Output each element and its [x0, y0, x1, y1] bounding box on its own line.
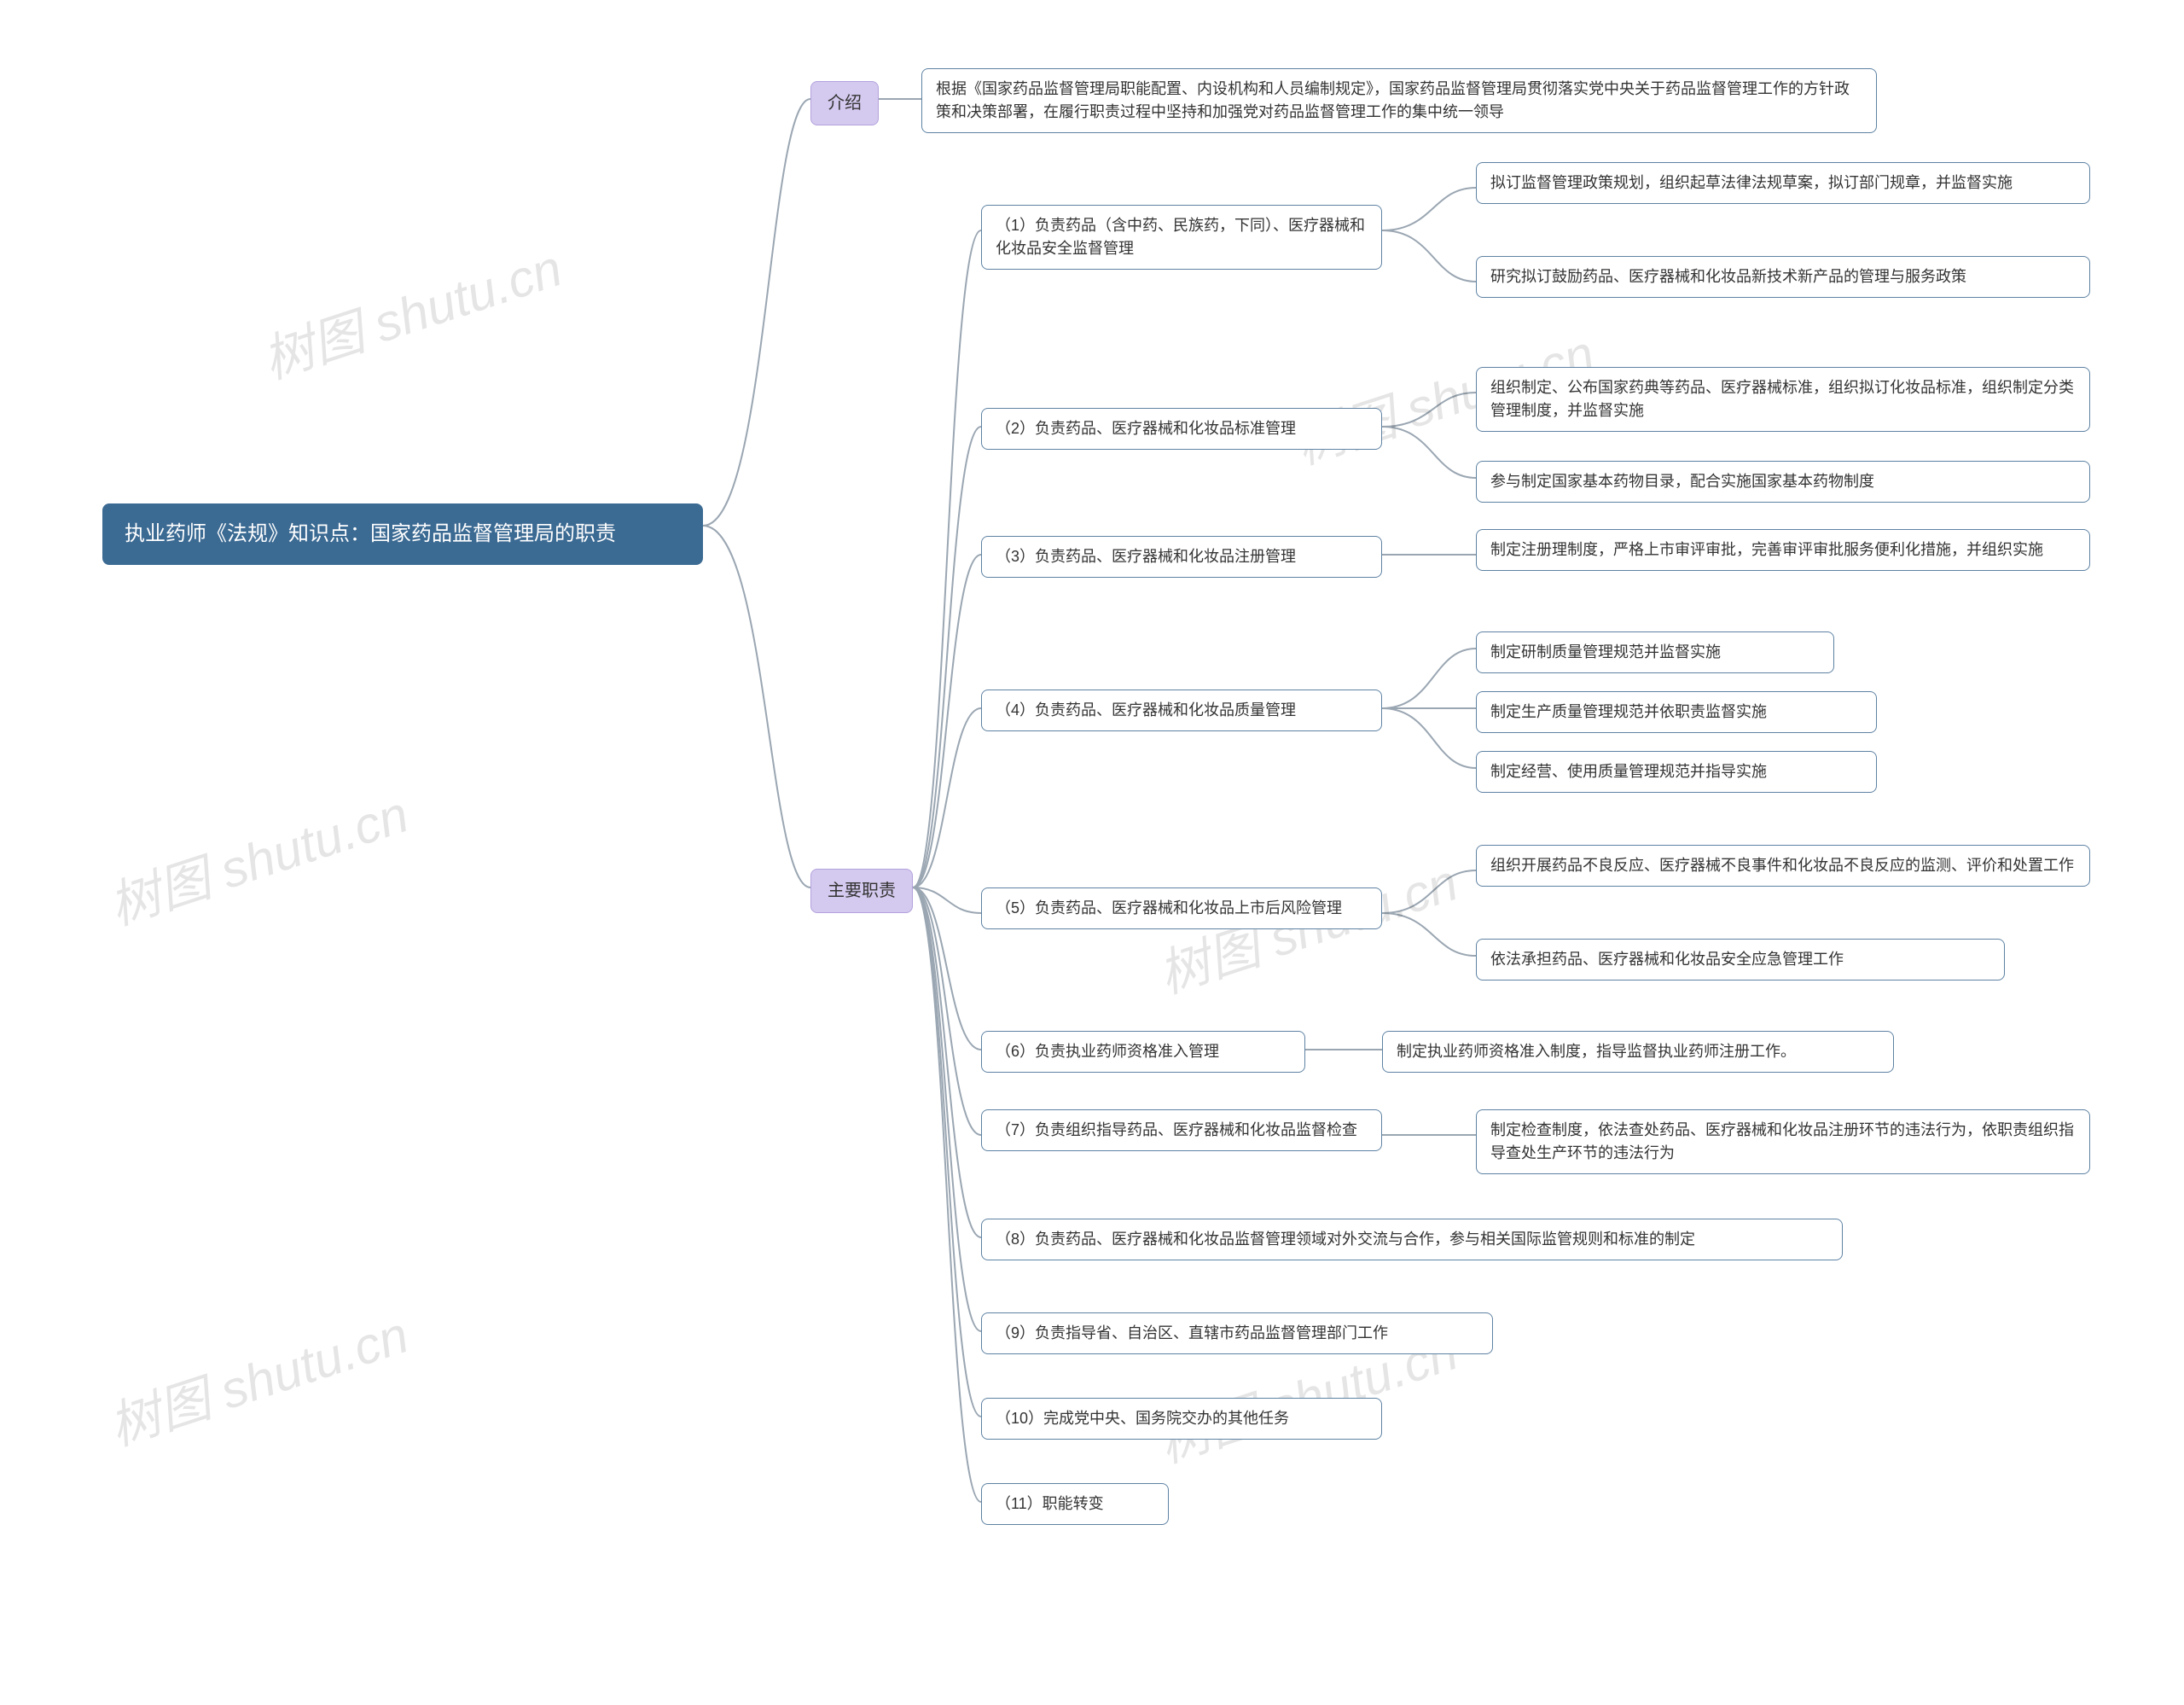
duty-9-label: （9）负责指导省、自治区、直辖市药品监督管理部门工作 — [996, 1322, 1388, 1345]
watermark: 树图 shutu.cn — [98, 773, 416, 940]
root-node[interactable]: 执业药师《法规》知识点：国家药品监督管理局的职责 — [102, 503, 703, 565]
duty-4[interactable]: （4）负责药品、医疗器械和化妆品质量管理 — [981, 690, 1382, 731]
duty-5-label: （5）负责药品、医疗器械和化妆品上市后风险管理 — [996, 897, 1342, 920]
duty-4-child-2[interactable]: 制定生产质量管理规范并依职责监督实施 — [1476, 691, 1877, 733]
duty-3-label: （3）负责药品、医疗器械和化妆品注册管理 — [996, 545, 1296, 568]
duty-7[interactable]: （7）负责组织指导药品、医疗器械和化妆品监督检查 — [981, 1109, 1382, 1151]
duty-4-child-3-text: 制定经营、使用质量管理规范并指导实施 — [1490, 760, 1767, 783]
duty-5-child-2[interactable]: 依法承担药品、医疗器械和化妆品安全应急管理工作 — [1476, 939, 2005, 981]
duty-7-child-1[interactable]: 制定检查制度，依法查处药品、医疗器械和化妆品注册环节的违法行为，依职责组织指导查… — [1476, 1109, 2090, 1174]
duty-5-child-1[interactable]: 组织开展药品不良反应、医疗器械不良事件和化妆品不良反应的监测、评价和处置工作 — [1476, 845, 2090, 887]
intro-text[interactable]: 根据《国家药品监督管理局职能配置、内设机构和人员编制规定》，国家药品监督管理局贯… — [921, 68, 1877, 133]
duty-1[interactable]: （1）负责药品（含中药、民族药，下同）、医疗器械和化妆品安全监督管理 — [981, 205, 1382, 270]
duty-6-child-1[interactable]: 制定执业药师资格准入制度，指导监督执业药师注册工作。 — [1382, 1031, 1894, 1073]
duty-1-child-2-text: 研究拟订鼓励药品、医疗器械和化妆品新技术新产品的管理与服务政策 — [1490, 265, 1966, 288]
branch-intro-label: 介绍 — [828, 90, 862, 116]
duty-9[interactable]: （9）负责指导省、自治区、直辖市药品监督管理部门工作 — [981, 1312, 1493, 1354]
duty-6[interactable]: （6）负责执业药师资格准入管理 — [981, 1031, 1305, 1073]
duty-6-label: （6）负责执业药师资格准入管理 — [996, 1040, 1219, 1063]
duty-2-child-1[interactable]: 组织制定、公布国家药典等药品、医疗器械标准，组织拟订化妆品标准，组织制定分类管理… — [1476, 367, 2090, 432]
duty-4-child-1-text: 制定研制质量管理规范并监督实施 — [1490, 641, 1721, 664]
duty-2-child-2-text: 参与制定国家基本药物目录，配合实施国家基本药物制度 — [1490, 470, 1874, 493]
duty-2[interactable]: （2）负责药品、医疗器械和化妆品标准管理 — [981, 408, 1382, 450]
duty-3[interactable]: （3）负责药品、医疗器械和化妆品注册管理 — [981, 536, 1382, 578]
duty-1-label: （1）负责药品（含中药、民族药，下同）、医疗器械和化妆品安全监督管理 — [996, 214, 1368, 260]
duty-2-child-1-text: 组织制定、公布国家药典等药品、医疗器械标准，组织拟订化妆品标准，组织制定分类管理… — [1490, 376, 2076, 422]
duty-1-child-1-text: 拟订监督管理政策规划，组织起草法律法规草案，拟订部门规章，并监督实施 — [1490, 172, 2013, 195]
duty-4-child-3[interactable]: 制定经营、使用质量管理规范并指导实施 — [1476, 751, 1877, 793]
duty-6-child-1-text: 制定执业药师资格准入制度，指导监督执业药师注册工作。 — [1397, 1040, 1796, 1063]
duty-8-label: （8）负责药品、医疗器械和化妆品监督管理领域对外交流与合作，参与相关国际监管规则… — [996, 1228, 1695, 1251]
duty-10[interactable]: （10）完成党中央、国务院交办的其他任务 — [981, 1398, 1382, 1440]
watermark: 树图 shutu.cn — [252, 227, 570, 393]
duty-5-child-1-text: 组织开展药品不良反应、医疗器械不良事件和化妆品不良反应的监测、评价和处置工作 — [1490, 854, 2074, 877]
duty-4-label: （4）负责药品、医疗器械和化妆品质量管理 — [996, 699, 1296, 722]
duty-11-label: （11）职能转变 — [996, 1493, 1104, 1516]
duty-10-label: （10）完成党中央、国务院交办的其他任务 — [996, 1407, 1289, 1430]
duty-5[interactable]: （5）负责药品、医疗器械和化妆品上市后风险管理 — [981, 887, 1382, 929]
duty-2-child-2[interactable]: 参与制定国家基本药物目录，配合实施国家基本药物制度 — [1476, 461, 2090, 503]
duty-11[interactable]: （11）职能转变 — [981, 1483, 1169, 1525]
branch-duties[interactable]: 主要职责 — [810, 869, 913, 913]
duty-4-child-1[interactable]: 制定研制质量管理规范并监督实施 — [1476, 631, 1834, 673]
duty-3-child-1[interactable]: 制定注册理制度，严格上市审评审批，完善审评审批服务便利化措施，并组织实施 — [1476, 529, 2090, 571]
root-title: 执业药师《法规》知识点：国家药品监督管理局的职责 — [125, 519, 616, 550]
duty-4-child-2-text: 制定生产质量管理规范并依职责监督实施 — [1490, 701, 1767, 724]
branch-intro[interactable]: 介绍 — [810, 81, 879, 125]
duty-7-child-1-text: 制定检查制度，依法查处药品、医疗器械和化妆品注册环节的违法行为，依职责组织指导查… — [1490, 1119, 2076, 1165]
duty-1-child-1[interactable]: 拟订监督管理政策规划，组织起草法律法规草案，拟订部门规章，并监督实施 — [1476, 162, 2090, 204]
duty-2-label: （2）负责药品、医疗器械和化妆品标准管理 — [996, 417, 1296, 440]
duty-8[interactable]: （8）负责药品、医疗器械和化妆品监督管理领域对外交流与合作，参与相关国际监管规则… — [981, 1219, 1843, 1260]
duty-3-child-1-text: 制定注册理制度，严格上市审评审批，完善审评审批服务便利化措施，并组织实施 — [1490, 538, 2043, 562]
intro-text-content: 根据《国家药品监督管理局职能配置、内设机构和人员编制规定》，国家药品监督管理局贯… — [936, 78, 1862, 124]
watermark: 树图 shutu.cn — [98, 1294, 416, 1460]
duty-7-label: （7）负责组织指导药品、医疗器械和化妆品监督检查 — [996, 1119, 1357, 1142]
duty-1-child-2[interactable]: 研究拟订鼓励药品、医疗器械和化妆品新技术新产品的管理与服务政策 — [1476, 256, 2090, 298]
branch-duties-label: 主要职责 — [828, 878, 896, 904]
duty-5-child-2-text: 依法承担药品、医疗器械和化妆品安全应急管理工作 — [1490, 948, 1844, 971]
